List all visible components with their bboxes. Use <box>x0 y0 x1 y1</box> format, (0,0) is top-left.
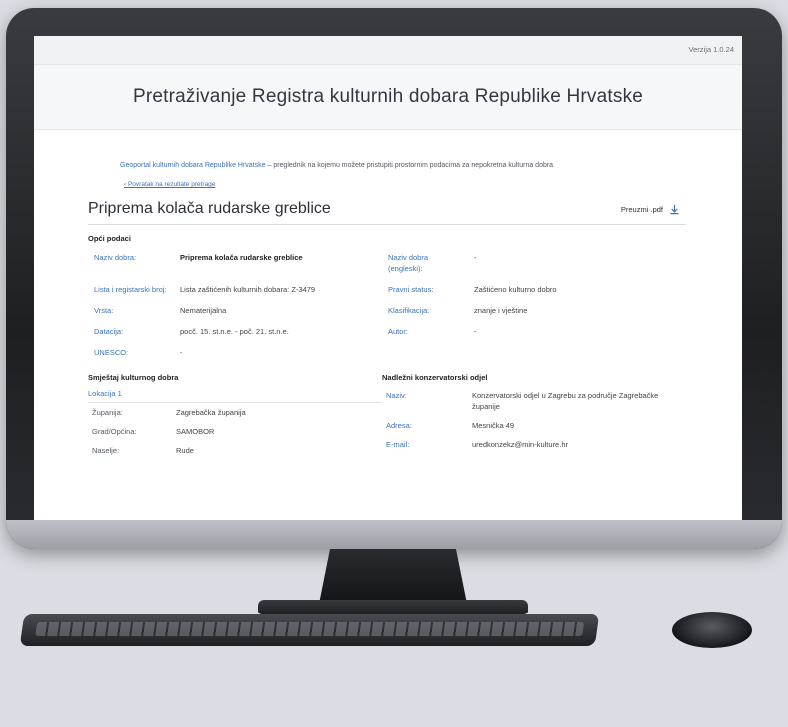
screen: Verzija 1.0.24 Pretraživanje Registra ku… <box>34 36 742 520</box>
vrsta-value: Nematerijalna <box>180 306 227 315</box>
naziv-en-value: - <box>474 253 477 262</box>
autor-value: - <box>474 327 477 336</box>
office-naziv-value: Konzervatorski odjel u Zagrebu za područ… <box>472 391 659 411</box>
back-to-results-link[interactable]: ‹ Povratak na rezultate pretrage <box>124 181 742 188</box>
zupanija-label: Županija: <box>92 408 123 417</box>
location-section-title: Smještaj kulturnog dobra <box>88 373 179 382</box>
grad-value: SAMOBOR <box>176 427 215 436</box>
geoportal-link[interactable]: Geoportal kulturnih dobara Republike Hrv… <box>120 162 266 169</box>
naziv-en-label: Naziv dobra (engleski): <box>388 253 429 273</box>
office-section-title: Nadležni konzervatorski odjel <box>382 373 488 382</box>
header-bar: Pretraživanje Registra kulturnih dobara … <box>34 64 742 130</box>
intro-description: – preglednik na kojemu možete pristupiti… <box>265 162 554 169</box>
lista-value: Lista zaštićenih kulturnih dobara: Z-347… <box>180 285 316 294</box>
vrsta-label: Vrsta: <box>94 306 114 315</box>
general-data-grid: Naziv dobra: Priprema kolača rudarske gr… <box>88 247 686 363</box>
download-icon <box>670 204 679 214</box>
empty-cell <box>382 342 468 363</box>
empty-cell <box>468 342 686 363</box>
datacija-label: Datacija: <box>94 327 124 336</box>
keyboard <box>19 614 600 646</box>
record-panel: Priprema kolača rudarske greblice Preuzm… <box>88 200 686 460</box>
office-adresa-value: Mesnička 49 <box>472 421 515 430</box>
office-adresa-label: Adresa: <box>386 421 412 430</box>
autor-label: Autor: <box>388 327 409 336</box>
naselje-value: Rude <box>176 446 194 455</box>
office-email-value[interactable]: uredkonzekz@min-kulture.hr <box>468 435 686 454</box>
office-grid: Naziv: Konzervatorski odjel u Zagrebu za… <box>382 386 686 454</box>
office-naziv-label: Naziv: <box>386 391 407 400</box>
mouse <box>672 612 752 648</box>
naziv-label: Naziv dobra: <box>94 253 137 262</box>
naziv-value: Priprema kolača rudarske greblice <box>180 253 303 262</box>
download-pdf-button[interactable]: Preuzmi .pdf <box>621 204 680 215</box>
status-value: Zaštićeno kulturno dobro <box>474 285 557 294</box>
unesco-value: - <box>180 348 183 357</box>
general-section-title: Opći podaci <box>88 234 131 243</box>
page-title: Pretraživanje Registra kulturnih dobara … <box>132 86 644 107</box>
record-title: Priprema kolača rudarske greblice <box>88 200 331 217</box>
klasifikacija-value: znanje i vještine <box>474 306 528 315</box>
top-bar: Verzija 1.0.24 <box>34 36 742 64</box>
office-email-label: E-mail: <box>386 440 410 449</box>
version-label: Verzija 1.0.24 <box>688 45 734 54</box>
zupanija-value: Zagrebačka županija <box>176 408 246 417</box>
grad-label: Grad/Općina: <box>92 427 137 436</box>
location-office-section: Smještaj kulturnog dobra Lokacija 1 Župa… <box>88 367 686 460</box>
download-pdf-label: Preuzmi .pdf <box>620 204 663 214</box>
record-header: Priprema kolača rudarske greblice Preuzm… <box>88 200 686 225</box>
unesco-label: UNESCO: <box>94 348 129 357</box>
location-grid: Županija: Zagrebačka županija Grad/Općin… <box>88 403 382 460</box>
status-label: Pravni status: <box>388 285 434 294</box>
datacija-value: pocč. 15. st.n.e. - poč. 21. st.n.e. <box>180 327 289 336</box>
naselje-label: Naselje: <box>92 446 120 455</box>
location-1-tab[interactable]: Lokacija 1 <box>88 386 382 403</box>
monitor-chin <box>6 520 782 549</box>
klasifikacija-label: Klasifikacija: <box>388 306 430 315</box>
lista-label: Lista i registarski broj: <box>94 285 167 294</box>
office-column: Nadležni konzervatorski odjel Naziv: Kon… <box>382 367 686 460</box>
location-column: Smještaj kulturnog dobra Lokacija 1 Župa… <box>88 367 382 460</box>
intro-text: Geoportal kulturnih dobara Republike Hrv… <box>120 160 672 171</box>
